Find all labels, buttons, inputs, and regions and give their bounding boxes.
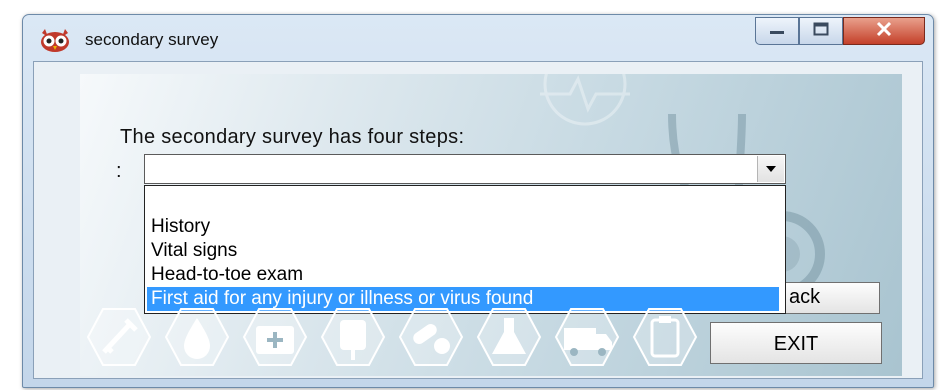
colon-label: : — [116, 160, 122, 182]
combo-dropdown-button[interactable] — [757, 156, 784, 182]
pills-icon — [398, 308, 464, 366]
owl-icon — [39, 27, 71, 53]
exit-button[interactable]: EXIT — [710, 322, 882, 364]
prompt-label: The secondary survey has four steps: — [120, 126, 465, 148]
maximize-button[interactable] — [799, 17, 843, 45]
window-title: secondary survey — [85, 30, 219, 49]
ambulance-icon — [554, 308, 620, 366]
chevron-down-icon — [765, 160, 777, 178]
first-aid-kit-icon — [242, 308, 308, 366]
steps-combobox[interactable] — [144, 154, 786, 184]
app-window: secondary survey The secondary survey ha… — [22, 14, 934, 388]
close-icon — [875, 21, 893, 42]
flask-icon — [476, 308, 542, 366]
medical-icon-strip — [86, 306, 706, 370]
clipboard-icon — [632, 308, 698, 366]
minimize-button[interactable] — [755, 17, 799, 45]
heartbeat-icon — [540, 74, 630, 126]
drop-icon — [164, 308, 230, 366]
exit-button-label: EXIT — [773, 333, 819, 355]
maximize-icon — [813, 22, 829, 41]
option-head-to-toe-exam[interactable]: Head-to-toe exam — [151, 264, 303, 286]
window-controls — [755, 17, 925, 45]
iv-bag-icon — [320, 308, 386, 366]
title-bar[interactable]: secondary survey — [23, 15, 933, 61]
syringe-icon — [86, 308, 152, 366]
minimize-icon — [769, 22, 785, 40]
close-button[interactable] — [843, 17, 925, 45]
option-vital-signs[interactable]: Vital signs — [151, 240, 237, 262]
option-history[interactable]: History — [151, 216, 210, 238]
steps-dropdown-list[interactable]: History Vital signs Head-to-toe exam Fir… — [144, 185, 786, 314]
form-client-area: The secondary survey has four steps: : a… — [33, 61, 923, 379]
back-button-label: ack — [789, 286, 821, 308]
